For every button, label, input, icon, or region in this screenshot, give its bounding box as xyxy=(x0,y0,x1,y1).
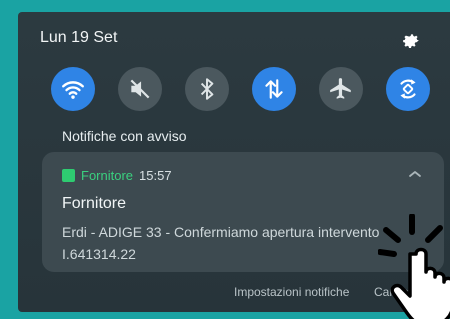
airplane-icon xyxy=(330,78,351,99)
notification-title: Fornitore xyxy=(62,195,127,212)
auto-rotate-toggle[interactable] xyxy=(386,67,430,111)
bluetooth-toggle[interactable] xyxy=(185,67,229,111)
section-title: Notifiche con avviso xyxy=(62,128,187,144)
notification-settings-button[interactable]: Impostazioni notifiche xyxy=(234,285,349,299)
mute-icon xyxy=(130,79,150,99)
sound-toggle[interactable] xyxy=(118,67,162,111)
auto-rotate-icon xyxy=(400,79,416,99)
wifi-toggle[interactable] xyxy=(51,67,95,111)
wifi-icon xyxy=(62,81,84,99)
airplane-toggle[interactable] xyxy=(319,67,363,111)
quick-settings-row xyxy=(51,67,443,113)
notification-header: Fornitore 15:57 xyxy=(62,168,172,183)
app-name: Fornitore xyxy=(81,168,134,183)
app-icon xyxy=(62,169,75,182)
notification-time: 15:57 xyxy=(139,168,172,183)
mobile-data-toggle[interactable] xyxy=(252,67,296,111)
tap-hand-cursor-icon xyxy=(378,214,450,319)
settings-gear-icon[interactable] xyxy=(401,29,421,49)
chevron-up-icon[interactable] xyxy=(408,169,422,179)
date-label: Lun 19 Set xyxy=(40,29,118,46)
bluetooth-icon xyxy=(200,78,214,100)
data-transfer-icon xyxy=(265,79,283,99)
